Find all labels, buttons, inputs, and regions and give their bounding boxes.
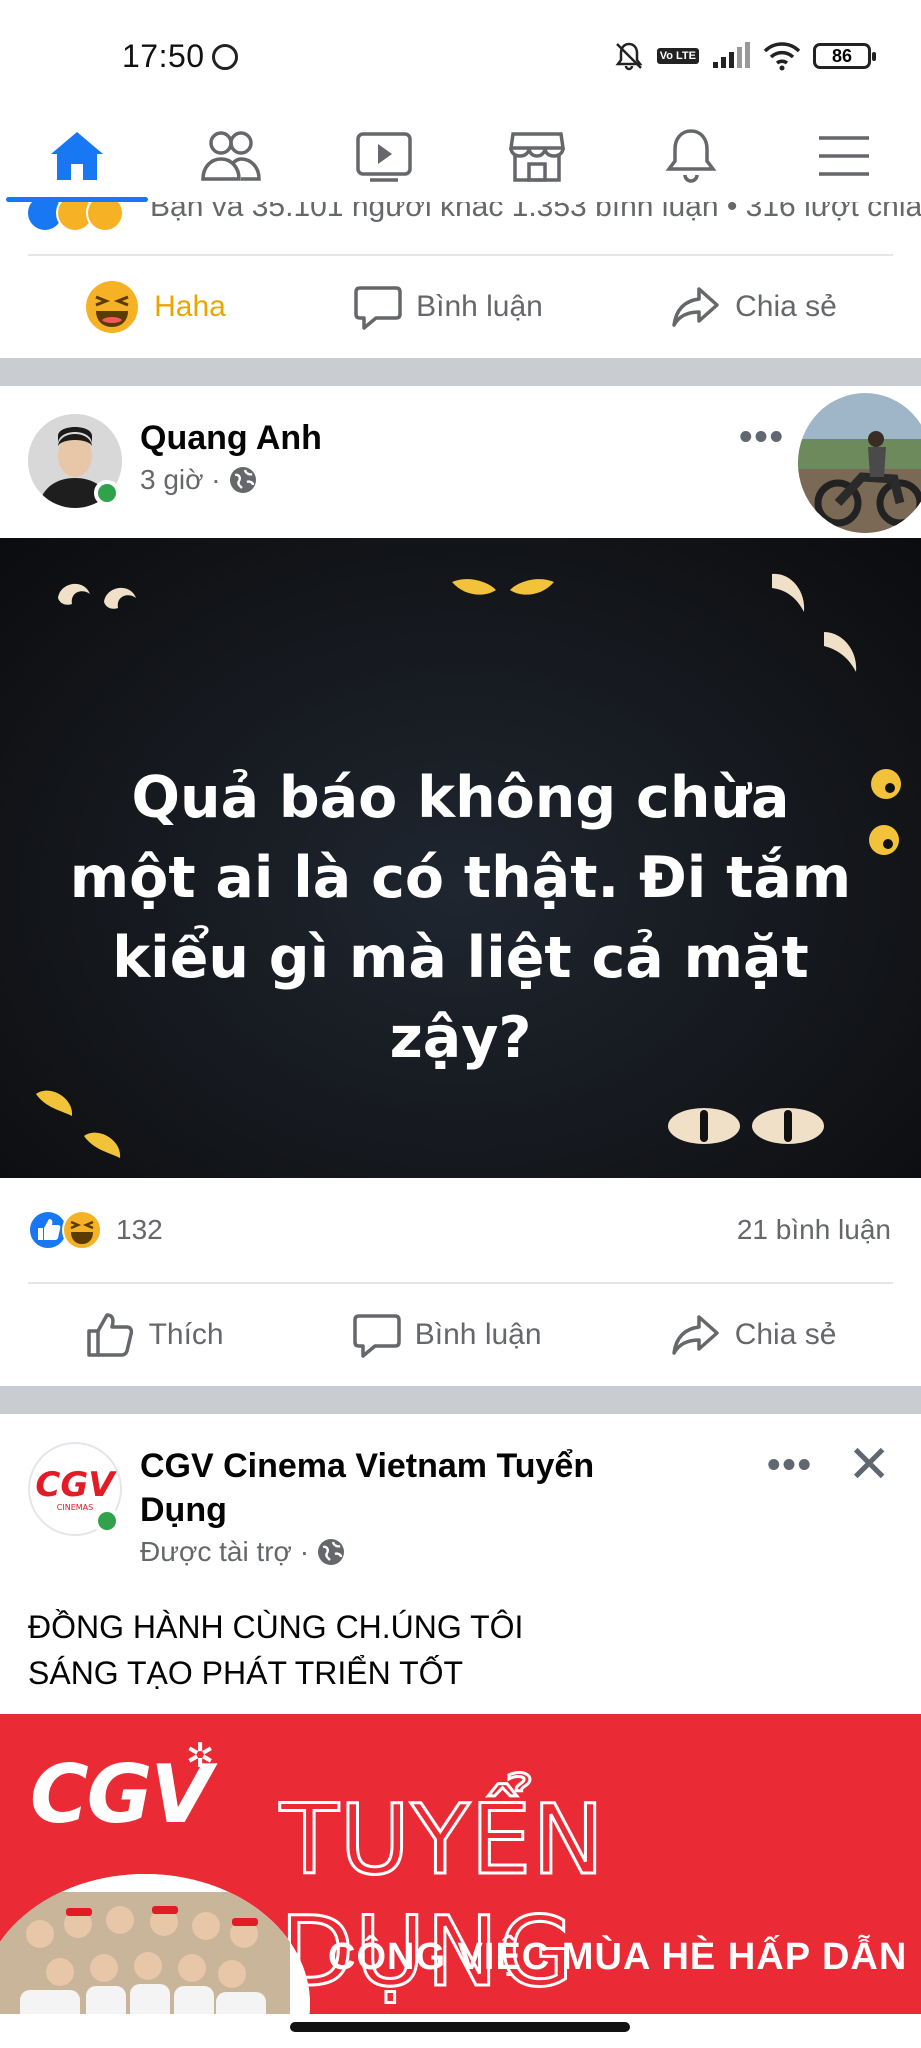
page-name[interactable]: CGV Cinema Vietnam Tuyển Dụng bbox=[140, 1444, 680, 1532]
tab-marketplace[interactable] bbox=[461, 110, 615, 202]
haha-button[interactable]: Haha bbox=[84, 279, 226, 335]
home-icon bbox=[50, 132, 103, 180]
share-button[interactable]: Chia sẻ bbox=[671, 285, 837, 329]
ad-text-line-1: ĐỒNG HÀNH CÙNG CH.ÚNG TÔI bbox=[28, 1609, 524, 1645]
post-actions: Thích Bình luận Chia sẻ bbox=[0, 1284, 921, 1386]
volte-icon: Vo LTE bbox=[656, 48, 699, 64]
sad-reaction-icon bbox=[86, 202, 124, 232]
reaction-summary bbox=[26, 202, 124, 232]
more-options-icon[interactable]: ••• bbox=[767, 1444, 813, 1487]
post-meta: 3 giờ · bbox=[140, 464, 257, 496]
comment-count[interactable]: 21 bình luận bbox=[737, 1214, 891, 1246]
reaction-count: 132 bbox=[116, 1214, 163, 1245]
motorbike-photo bbox=[798, 393, 921, 533]
sponsored-label[interactable]: Được tài trợ · bbox=[140, 1536, 309, 1568]
like-label: Thích bbox=[148, 1318, 224, 1351]
sponsored-meta: Được tài trợ · bbox=[140, 1536, 345, 1568]
home-indicator[interactable] bbox=[290, 2022, 630, 2032]
sponsored-post-header: CGV CINEMAS CGV Cinema Vietnam Tuyển Dụn… bbox=[0, 1414, 921, 1594]
share-icon bbox=[671, 1315, 719, 1355]
more-options-icon[interactable]: ••• bbox=[739, 416, 785, 459]
online-status-dot bbox=[94, 1508, 120, 1534]
globe-icon bbox=[318, 1539, 345, 1565]
friends-icon bbox=[201, 131, 262, 181]
news-feed: Bạn và 35.101 người khác 1.353 bình luận… bbox=[0, 202, 921, 2014]
post-image[interactable]: Quả báo không chừa một ai là có thật. Đi… bbox=[0, 538, 921, 1178]
tab-notifications[interactable] bbox=[614, 110, 768, 202]
post-time[interactable]: 3 giờ · bbox=[140, 464, 221, 496]
tab-watch[interactable] bbox=[307, 110, 461, 202]
like-button[interactable]: Thích bbox=[85, 1311, 224, 1359]
menu-icon bbox=[819, 136, 870, 176]
team-group-photo bbox=[0, 1874, 310, 2014]
wifi-icon bbox=[763, 42, 801, 71]
share-label: Chia sẻ bbox=[735, 290, 837, 323]
previous-post-actions: Haha Bình luận Chia sẻ bbox=[0, 256, 921, 358]
watch-icon bbox=[356, 132, 412, 182]
logo-star-icon: ✲ bbox=[186, 1737, 215, 1775]
status-bar: 17:50 Vo LTE 86 bbox=[0, 0, 921, 110]
haha-label: Haha bbox=[154, 290, 226, 323]
post-separator bbox=[0, 358, 921, 386]
messenger-notification-icon bbox=[212, 44, 238, 70]
post-quote-text: Quả báo không chừa một ai là có thật. Đi… bbox=[69, 765, 852, 1071]
tab-menu[interactable] bbox=[768, 110, 921, 202]
comment-label: Bình luận bbox=[416, 290, 543, 323]
comment-label: Bình luận bbox=[414, 1318, 542, 1351]
battery-indicator: 86 bbox=[813, 43, 876, 69]
team-photo bbox=[0, 1874, 310, 2014]
comment-icon bbox=[353, 1314, 401, 1358]
comment-icon bbox=[354, 286, 402, 330]
post-header: Quang Anh 3 giờ · ••• bbox=[0, 386, 921, 538]
notifications-icon bbox=[665, 129, 717, 183]
share-button[interactable]: Chia sẻ bbox=[671, 1313, 837, 1357]
share-icon bbox=[672, 287, 719, 327]
status-time: 17:50 bbox=[122, 38, 205, 74]
haha-emoji-icon bbox=[86, 281, 139, 333]
comment-button[interactable]: Bình luận bbox=[354, 284, 543, 330]
ad-text-line-2: SÁNG TẠO PHÁT TRIỂN TỐT bbox=[28, 1655, 464, 1691]
post-stats: 132 21 bình luận bbox=[0, 1178, 921, 1282]
author-name[interactable]: Quang Anh bbox=[140, 416, 680, 460]
status-icons: Vo LTE 86 bbox=[613, 40, 876, 72]
banner-subtitle: CÔNG VIỆC MÙA HÈ HẤP DẪN bbox=[328, 1936, 908, 1978]
sponsored-post-text: ĐỒNG HÀNH CÙNG CH.ÚNG TÔI SÁNG TẠO PHÁT … bbox=[0, 1594, 921, 1714]
post-separator bbox=[0, 1386, 921, 1414]
mute-bell-icon bbox=[615, 42, 643, 71]
thumbs-up-icon bbox=[86, 1313, 133, 1357]
comment-button[interactable]: Bình luận bbox=[353, 1312, 542, 1358]
globe-icon bbox=[229, 467, 256, 493]
haha-reaction-icon bbox=[62, 1210, 102, 1250]
previous-post-stats-text: Bạn và 35.101 người khác 1.353 bình luận… bbox=[150, 202, 921, 223]
cgv-logo: CGV bbox=[30, 1748, 212, 1841]
avatar-logo-text: CGV bbox=[35, 1465, 117, 1505]
reaction-summary[interactable]: 132 bbox=[28, 1210, 163, 1250]
signal-icon bbox=[713, 42, 750, 68]
tab-friends[interactable] bbox=[154, 110, 308, 202]
ad-banner-image[interactable]: CGV ✲ TUYỂN DỤNG CÔNG VIỆC MÙA HÈ HẤP DẪ… bbox=[0, 1714, 921, 2014]
previous-post-stats[interactable]: Bạn và 35.101 người khác 1.353 bình luận… bbox=[0, 202, 921, 254]
story-thumbnail[interactable] bbox=[795, 390, 921, 536]
close-icon[interactable]: ✕ bbox=[847, 1439, 891, 1491]
tab-home[interactable] bbox=[0, 110, 154, 202]
marketplace-icon bbox=[509, 132, 566, 182]
share-label: Chia sẻ bbox=[734, 1318, 837, 1351]
online-status-dot bbox=[94, 480, 120, 506]
top-navigation bbox=[0, 110, 921, 202]
avatar-logo-subtext: CINEMAS bbox=[57, 1503, 93, 1512]
